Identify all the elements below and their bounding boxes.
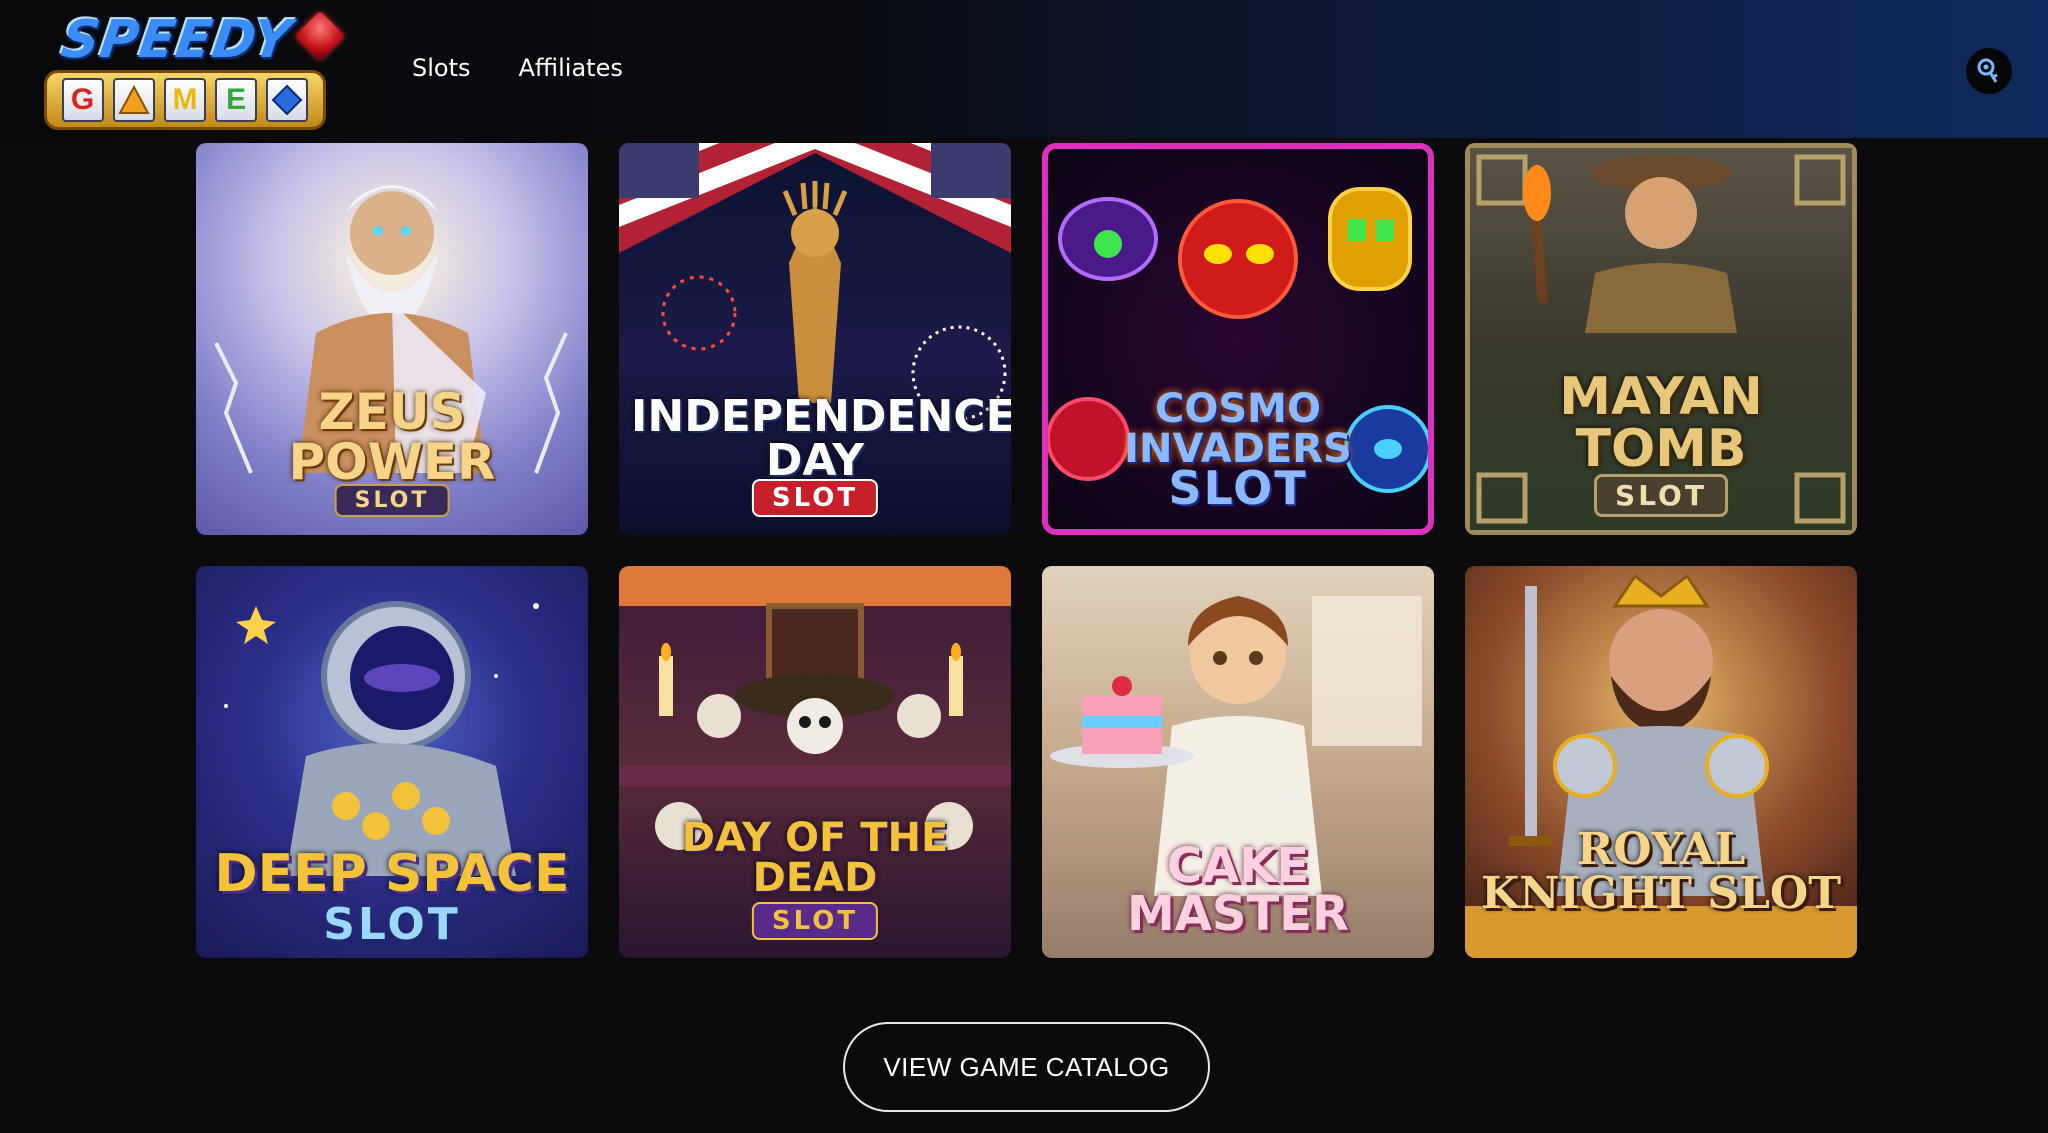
game-tile-deep-space[interactable]: DEEP SPACE SLOT	[196, 566, 588, 958]
game-sub-zeus-power: SLOT	[334, 484, 450, 517]
game-sub-day-of-the-dead: SLOT	[751, 902, 879, 940]
nav-item-slots[interactable]: Slots	[412, 54, 471, 82]
speedy-games-logo[interactable]: SPEEDY G M E	[40, 8, 346, 130]
logo-reel: G M E	[44, 70, 326, 130]
reel-letter-e: E	[215, 78, 258, 122]
game-tile-cake-master[interactable]: CAKE MASTER	[1042, 566, 1434, 958]
logo-word-top: SPEEDY	[57, 10, 296, 70]
nav-item-affiliates[interactable]: Affiliates	[519, 54, 623, 82]
game-title-cosmo-invaders: COSMO INVADERS	[1124, 386, 1352, 472]
game-sub-cosmo-invaders: SLOT	[1168, 461, 1308, 515]
key-icon	[1977, 58, 1998, 83]
reel-letter-m: M	[163, 78, 206, 122]
reel-letter-g: G	[61, 78, 104, 122]
game-grid: ZEUS POWER SLOT INDEPENDENCE DAY SLOT CO…	[196, 143, 1857, 958]
reel-letter-s	[266, 78, 309, 122]
game-title-independence-day: INDEPENDENCE DAY	[631, 391, 1011, 486]
game-tile-day-of-the-dead[interactable]: DAY OF THE DEAD SLOT	[619, 566, 1011, 958]
site-header: SPEEDY G M E Slots Affiliates	[0, 0, 2048, 138]
ruby-gem-icon	[294, 10, 346, 62]
game-title-cake-master: CAKE MASTER	[1127, 838, 1349, 942]
game-tile-royal-knight[interactable]: ROYAL KNIGHT SLOT	[1465, 566, 1857, 958]
game-tile-mayan-tomb[interactable]: MAYAN TOMB SLOT	[1465, 143, 1857, 535]
view-game-catalog-button[interactable]: VIEW GAME CATALOG	[843, 1022, 1210, 1112]
game-tile-independence-day[interactable]: INDEPENDENCE DAY SLOT	[619, 143, 1011, 535]
game-sub-deep-space: SLOT	[323, 899, 461, 950]
game-sub-mayan-tomb: SLOT	[1594, 474, 1728, 517]
login-key-button[interactable]	[1966, 48, 2012, 94]
game-title-zeus-power: ZEUS POWER	[288, 383, 496, 491]
game-title-day-of-the-dead: DAY OF THE DEAD	[681, 815, 949, 901]
game-title-royal-knight: ROYAL KNIGHT SLOT	[1480, 824, 1842, 919]
game-tile-zeus-power[interactable]: ZEUS POWER SLOT	[196, 143, 588, 535]
game-tile-cosmo-invaders[interactable]: COSMO INVADERS SLOT	[1042, 143, 1434, 535]
game-title-deep-space: DEEP SPACE	[214, 844, 570, 904]
main-nav: Slots Affiliates	[412, 54, 623, 82]
game-sub-independence-day: SLOT	[751, 479, 879, 517]
game-title-mayan-tomb: MAYAN TOMB	[1559, 367, 1763, 479]
reel-letter-a	[112, 78, 155, 122]
